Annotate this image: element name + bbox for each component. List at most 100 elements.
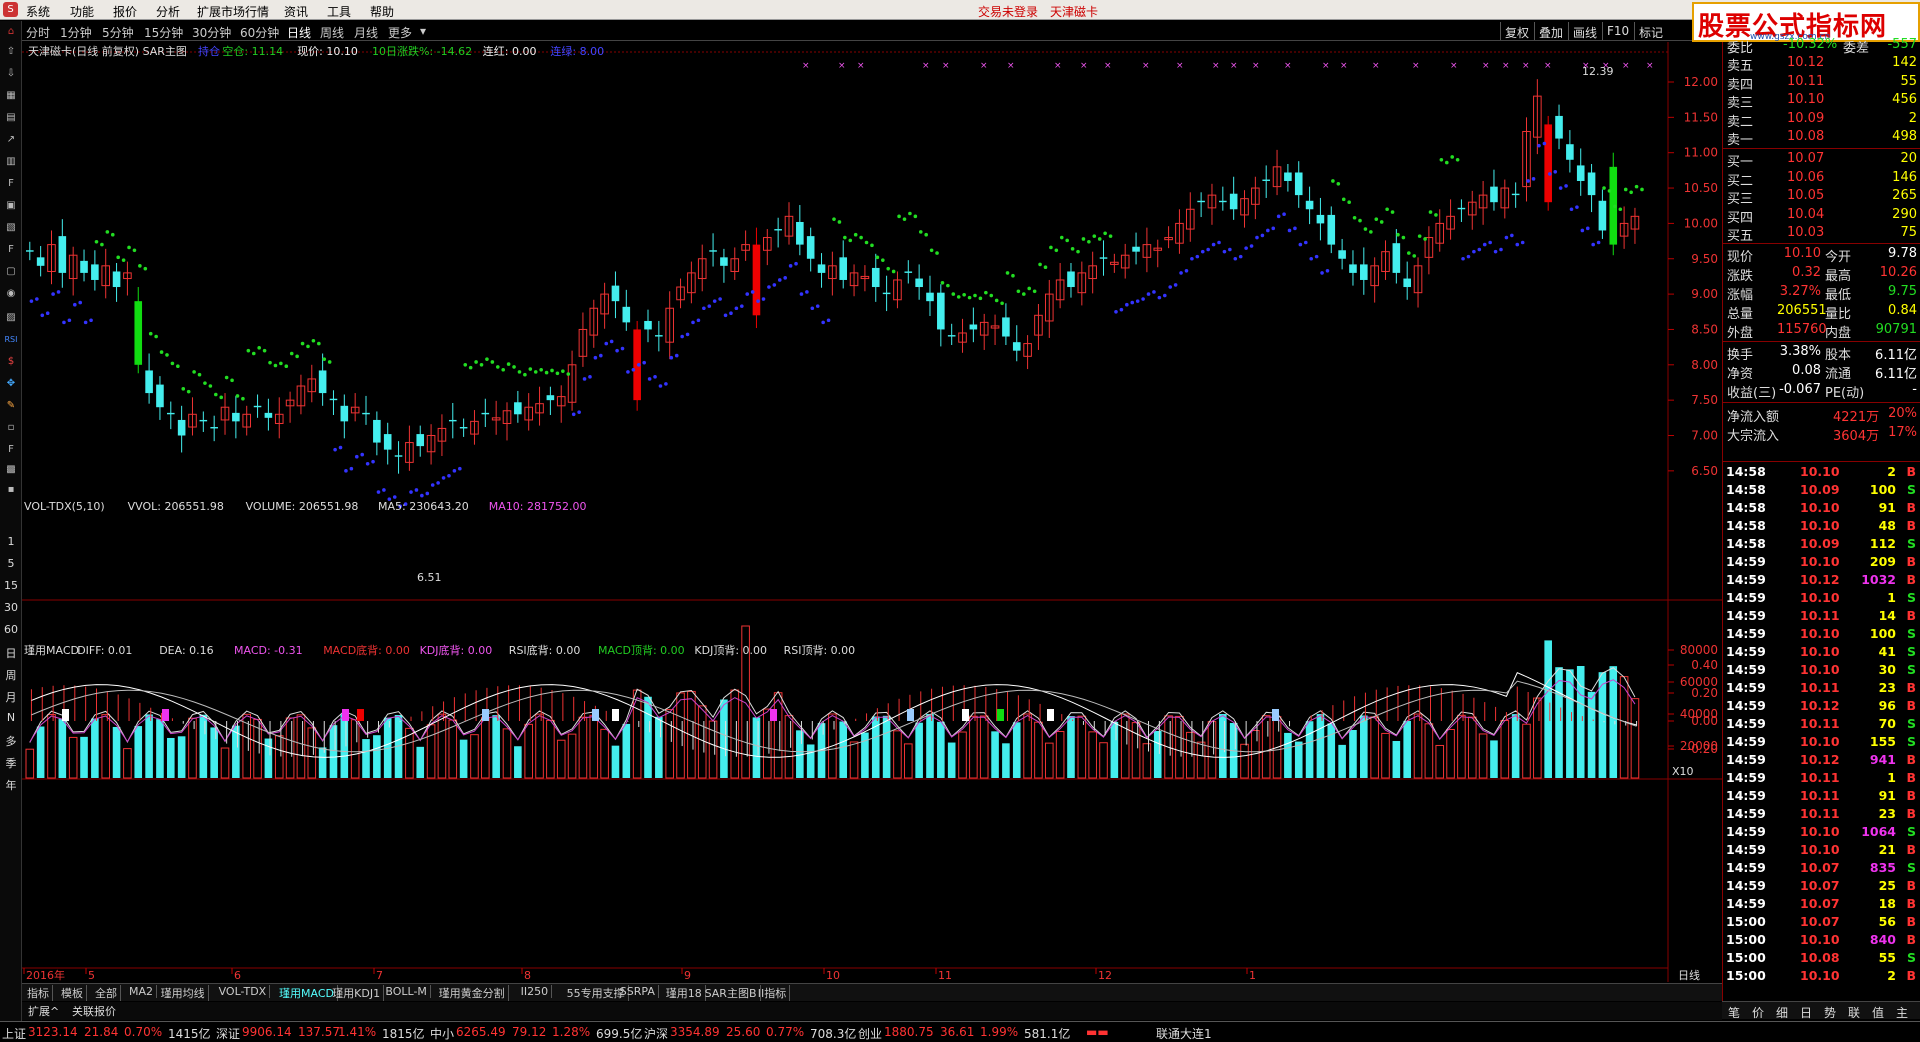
indicator-tab[interactable]: SAR主图B xyxy=(702,985,761,1001)
tick-row[interactable]: 15:00 10.07 56 B xyxy=(1722,913,1920,931)
left-period-1[interactable]: 1 xyxy=(2,535,20,548)
tick-row[interactable]: 14:59 10.12 1032 B xyxy=(1722,571,1920,589)
menu-analysis[interactable]: 分析 xyxy=(156,3,180,20)
right-tab[interactable]: 日 xyxy=(1800,1004,1812,1021)
left-period-multi[interactable]: 多 xyxy=(2,733,20,749)
right-tab[interactable]: 价 xyxy=(1752,1004,1764,1021)
tick-row[interactable]: 15:00 10.08 55 S xyxy=(1722,949,1920,967)
left-period-year[interactable]: 年 xyxy=(2,777,20,793)
index-name[interactable]: 沪深 xyxy=(644,1025,668,1042)
tick-row[interactable]: 14:59 10.11 1 B xyxy=(1722,769,1920,787)
tick-row[interactable]: 14:59 10.11 14 B xyxy=(1722,607,1920,625)
pencil-icon[interactable]: ✎ xyxy=(2,397,20,415)
fz-icon[interactable]: F xyxy=(2,241,20,259)
period-5min[interactable]: 5分钟 xyxy=(102,24,134,41)
indicator-tab[interactable]: 瑾用KDJ1 xyxy=(329,985,385,1001)
left-period-season[interactable]: 季 xyxy=(2,755,20,771)
menu-system[interactable]: 系统 xyxy=(26,3,50,20)
period-1min[interactable]: 1分钟 xyxy=(60,24,92,41)
arrow-down-icon[interactable]: ⇩ xyxy=(2,65,20,83)
tick-row[interactable]: 14:59 10.12 941 B xyxy=(1722,751,1920,769)
left-period-15[interactable]: 15 xyxy=(2,579,20,592)
f5-icon[interactable]: F xyxy=(2,441,20,459)
grid-icon[interactable]: ▦ xyxy=(2,87,20,105)
tick-row[interactable]: 14:58 10.10 2 B xyxy=(1722,463,1920,481)
kline-icon[interactable]: ▥ xyxy=(2,153,20,171)
layers-icon[interactable]: ▩ xyxy=(2,461,20,479)
tick-row[interactable]: 14:59 10.10 155 S xyxy=(1722,733,1920,751)
login-status[interactable]: 交易未登录 xyxy=(978,3,1038,20)
period-more[interactable]: 更多 xyxy=(388,24,412,41)
table-icon[interactable]: ▤ xyxy=(2,109,20,127)
indicator-tab[interactable]: MA2 xyxy=(126,985,158,998)
right-tab[interactable]: 细 xyxy=(1776,1004,1788,1021)
left-period-5[interactable]: 5 xyxy=(2,557,20,570)
period-day[interactable]: 日线 xyxy=(287,24,311,41)
tick-list[interactable]: 14:58 10.10 2 B 14:58 10.09 100 S 14:58 10.10 91 B 1… xyxy=(1722,463,1920,1005)
draw-line-button[interactable]: 画线 xyxy=(1568,22,1601,40)
period-15min[interactable]: 15分钟 xyxy=(144,24,183,41)
indicator-tab[interactable]: 指标 xyxy=(24,985,53,1001)
tick-row[interactable]: 14:59 10.10 41 S xyxy=(1722,643,1920,661)
left-period-month[interactable]: 月 xyxy=(2,689,20,705)
period-30min[interactable]: 30分钟 xyxy=(192,24,231,41)
indicator-tab[interactable]: II250 xyxy=(518,985,553,998)
home-icon[interactable]: ⌂ xyxy=(2,23,20,41)
tick-row[interactable]: 14:59 10.07 18 B xyxy=(1722,895,1920,913)
overlay-button[interactable]: 叠加 xyxy=(1534,22,1567,40)
chevron-down-icon[interactable]: ▾ xyxy=(420,24,426,38)
doc-icon[interactable]: ▣ xyxy=(2,197,20,215)
tick-row[interactable]: 14:59 10.11 23 B xyxy=(1722,679,1920,697)
right-tab[interactable]: 联 xyxy=(1848,1004,1860,1021)
fuquan-button[interactable]: 复权 xyxy=(1500,22,1533,40)
period-fenshi[interactable]: 分时 xyxy=(26,24,50,41)
dollar-icon[interactable]: $ xyxy=(2,353,20,371)
save-icon[interactable]: ▫ xyxy=(2,419,20,437)
tick-row[interactable]: 14:59 10.11 23 B xyxy=(1722,805,1920,823)
index-name[interactable]: 中小 xyxy=(430,1025,454,1042)
indicator-tab[interactable]: 模板 xyxy=(58,985,87,1001)
tick-row[interactable]: 14:59 10.10 1064 S xyxy=(1722,823,1920,841)
indicator-tab[interactable]: 瑾用黄金分割 xyxy=(436,985,509,1001)
tick-row[interactable]: 15:00 10.10 2 B xyxy=(1722,967,1920,985)
window-icon[interactable]: ▢ xyxy=(2,263,20,281)
menu-tools[interactable]: 工具 xyxy=(327,3,351,20)
kline-chart[interactable]: 12.0011.5011.0010.5010.009.509.008.508.0… xyxy=(22,42,1722,1010)
tick-row[interactable]: 14:58 10.10 91 B xyxy=(1722,499,1920,517)
index-name[interactable]: 上证 xyxy=(2,1025,26,1042)
menu-news[interactable]: 资讯 xyxy=(284,3,308,20)
left-period-week[interactable]: 周 xyxy=(2,667,20,683)
period-month[interactable]: 月线 xyxy=(354,24,378,41)
f10-button[interactable]: F10 xyxy=(1602,22,1633,40)
indicator-tab[interactable]: 瑾用均线 xyxy=(158,985,209,1001)
right-tab[interactable]: 笔 xyxy=(1728,1004,1740,1021)
left-period-60[interactable]: 60 xyxy=(2,623,20,636)
menu-quote[interactable]: 报价 xyxy=(113,3,137,20)
right-tab[interactable]: 势 xyxy=(1824,1004,1836,1021)
tick-row[interactable]: 14:58 10.09 100 S xyxy=(1722,481,1920,499)
tick-row[interactable]: 14:59 10.07 835 S xyxy=(1722,859,1920,877)
indicator-tab[interactable]: 瑾用18 xyxy=(663,985,706,1001)
info-icon[interactable]: ◉ xyxy=(2,285,20,303)
tick-row[interactable]: 14:58 10.10 48 B xyxy=(1722,517,1920,535)
tick-row[interactable]: 14:59 10.10 30 S xyxy=(1722,661,1920,679)
tick-row[interactable]: 14:59 10.12 96 B xyxy=(1722,697,1920,715)
index-name[interactable]: 深证 xyxy=(216,1025,240,1042)
tick-row[interactable]: 14:59 10.10 209 B xyxy=(1722,553,1920,571)
f10-icon[interactable]: F xyxy=(2,175,20,193)
chart-bar-icon[interactable]: ▨ xyxy=(2,309,20,327)
tick-row[interactable]: 14:59 10.10 1 S xyxy=(1722,589,1920,607)
arrow-up-icon[interactable]: ⇧ xyxy=(2,43,20,61)
move-icon[interactable]: ✥ xyxy=(2,375,20,393)
tick-row[interactable]: 14:59 10.10 21 B xyxy=(1722,841,1920,859)
server-name[interactable]: 联通大连1 xyxy=(1156,1025,1212,1042)
menu-help[interactable]: 帮助 xyxy=(370,3,394,20)
indicator-tab[interactable]: SSRPA xyxy=(617,985,659,998)
index-name[interactable]: 创业 xyxy=(858,1025,882,1042)
ext-tab[interactable]: 关联报价 xyxy=(72,1003,116,1019)
left-period-30[interactable]: 30 xyxy=(2,601,20,614)
ext-tab[interactable]: 扩展^ xyxy=(28,1003,59,1019)
tick-row[interactable]: 14:59 10.07 25 B xyxy=(1722,877,1920,895)
tick-row[interactable]: 14:58 10.09 112 S xyxy=(1722,535,1920,553)
period-week[interactable]: 周线 xyxy=(320,24,344,41)
